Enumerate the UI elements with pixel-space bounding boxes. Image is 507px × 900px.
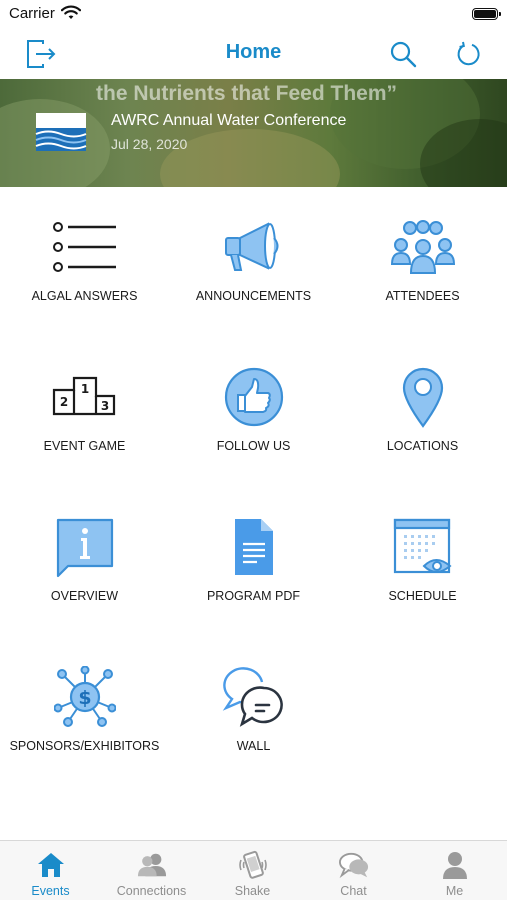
svg-text:1: 1	[80, 382, 88, 396]
nav-bar: Home	[0, 30, 507, 79]
menu-item-sponsors-exhibitors[interactable]: $ SPONSORS/EXHIBITORS	[0, 637, 169, 787]
svg-text:3: 3	[100, 399, 108, 413]
dollar-network-icon: $	[50, 665, 120, 729]
list-icon	[50, 215, 120, 279]
connections-icon	[137, 850, 167, 880]
event-date: Jul 28, 2020	[111, 136, 188, 152]
menu-item-announcements[interactable]: ANNOUNCEMENTS	[169, 187, 338, 337]
menu-item-label: ANNOUNCEMENTS	[195, 289, 312, 303]
feature-grid: ALGAL ANSWERS ANNOUNCEMENTS ATTENDEES 1 …	[0, 187, 507, 839]
banner-quote: the Nutrients that Feed Them”	[96, 82, 398, 105]
chat-icon	[338, 850, 369, 880]
svg-text:$: $	[78, 687, 91, 709]
menu-item-label: LOCATIONS	[386, 439, 459, 453]
awrc-logo	[35, 112, 87, 152]
menu-item-locations[interactable]: LOCATIONS	[338, 337, 507, 487]
menu-item-algal-answers[interactable]: ALGAL ANSWERS	[0, 187, 169, 337]
menu-item-label: ALGAL ANSWERS	[31, 289, 138, 303]
event-title: AWRC Annual Water Conference	[111, 112, 347, 129]
menu-item-schedule[interactable]: SCHEDULE	[338, 487, 507, 637]
menu-item-label: SPONSORS/EXHIBITORS	[9, 739, 160, 753]
event-banner[interactable]: “ ” the Nutrients that Feed Them” AWRC A…	[0, 79, 507, 187]
calendar-eye-icon	[388, 515, 458, 579]
wifi-icon	[60, 5, 82, 25]
menu-item-program-pdf[interactable]: PROGRAM PDF	[169, 487, 338, 637]
refresh-button[interactable]	[451, 36, 487, 72]
carrier-label: Carrier	[9, 5, 55, 22]
menu-item-event-game[interactable]: 1 2 3 EVENT GAME	[0, 337, 169, 487]
chat-bubbles-icon	[219, 665, 289, 729]
menu-item-wall[interactable]: WALL	[169, 637, 338, 787]
refresh-icon	[457, 41, 480, 66]
shake-phone-icon	[238, 850, 268, 880]
menu-item-label: SCHEDULE	[388, 589, 457, 603]
info-bubble-icon	[50, 515, 120, 579]
page-title: Home	[225, 41, 282, 63]
menu-item-label: EVENT GAME	[43, 439, 126, 453]
people-icon	[388, 215, 458, 279]
menu-item-label: WALL	[236, 739, 271, 753]
tab-label: Connections	[116, 884, 187, 898]
menu-item-overview[interactable]: OVERVIEW	[0, 487, 169, 637]
tab-connections[interactable]: Connections	[101, 841, 202, 900]
menu-item-attendees[interactable]: ATTENDEES	[338, 187, 507, 337]
status-bar: Carrier	[0, 0, 507, 30]
tab-label: Me	[445, 884, 464, 898]
tab-label: Chat	[340, 884, 367, 898]
search-icon	[390, 41, 417, 68]
menu-item-label: OVERVIEW	[50, 589, 119, 603]
menu-item-label: ATTENDEES	[385, 289, 460, 303]
svg-text:2: 2	[59, 395, 67, 409]
tab-chat[interactable]: Chat	[303, 841, 404, 900]
menu-item-follow-us[interactable]: FOLLOW US	[169, 337, 338, 487]
tab-events[interactable]: Events	[0, 841, 101, 900]
tab-label: Shake	[234, 884, 271, 898]
tab-me[interactable]: Me	[404, 841, 505, 900]
menu-item-label: FOLLOW US	[216, 439, 291, 453]
tab-bar: Events Connections Shake Chat Me	[0, 840, 507, 900]
podium-icon: 1 2 3	[50, 365, 120, 429]
map-pin-icon	[388, 365, 458, 429]
tab-shake[interactable]: Shake	[202, 841, 303, 900]
document-icon	[219, 515, 289, 579]
person-icon	[440, 850, 470, 880]
menu-item-label: PROGRAM PDF	[206, 589, 301, 603]
search-button[interactable]	[385, 36, 421, 72]
home-icon	[36, 850, 66, 880]
thumbs-up-icon	[219, 365, 289, 429]
tab-label: Events	[31, 884, 70, 898]
megaphone-icon	[219, 215, 289, 279]
battery-icon	[472, 8, 501, 20]
